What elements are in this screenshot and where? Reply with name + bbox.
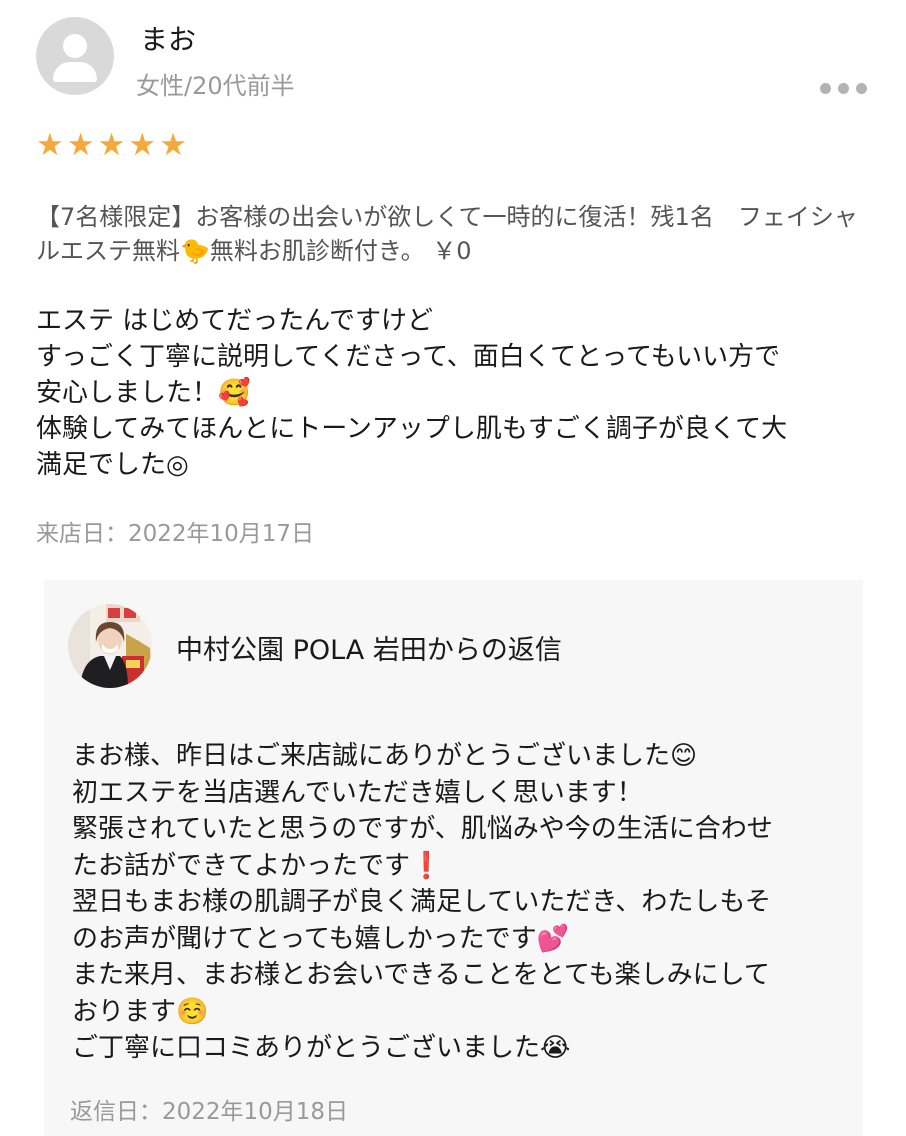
avatar-head-shape: [63, 34, 87, 58]
rating-stars: ★ ★ ★ ★ ★: [36, 129, 187, 161]
star-icon: ★: [66, 127, 95, 163]
visit-date: 来店日：2022年10月17日: [36, 521, 315, 547]
user-name[interactable]: まお: [140, 18, 196, 58]
reply-body: まお様、昨日はご来店誠にありがとうございました😊 初エステを当店選んでいただき嬉…: [72, 738, 852, 1067]
star-icon: ★: [159, 127, 187, 163]
reply-line: おります☺️: [72, 996, 209, 1027]
shop-staff-photo: [68, 604, 152, 688]
reply-date: 返信日：2022年10月18日: [70, 1099, 349, 1125]
shop-avatar[interactable]: [68, 604, 152, 688]
reply-line: 緊張されていたと思うのですが、肌悩みや今の生活に合わせ: [72, 814, 773, 844]
review-line: エステ はじめてだったんですけど: [36, 306, 433, 336]
review-line: すっごく丁寧に説明してくださって、面白くてとってもいい方で: [36, 342, 781, 372]
reply-line: のお声が聞けてとっても嬉しかったです💕: [72, 923, 569, 954]
star-icon: ★: [97, 127, 126, 163]
avatar-body-shape: [53, 62, 97, 82]
reply-line: 初エステを当店選んでいただき嬉しく思います！: [72, 777, 643, 808]
review-line: 満足でした◎: [36, 450, 189, 480]
reply-line: また来月、まお様とお会いできることをとても楽しみにして: [72, 960, 770, 990]
review-body: エステ はじめてだったんですけど すっごく丁寧に説明してくださって、面白くてとっ…: [36, 303, 881, 483]
star-icon: ★: [128, 127, 157, 163]
plan-name[interactable]: 【7名様限定】お客様の出会いが欲しくて一時的に復活！残1名 フェイシャルエステ無…: [36, 200, 876, 268]
user-avatar-icon[interactable]: [36, 17, 114, 95]
more-dot: [838, 82, 849, 94]
more-dot: [856, 82, 867, 94]
shop-reply-title[interactable]: 中村公園 POLA 岩田からの返信: [176, 628, 562, 667]
reply-line: まお様、昨日はご来店誠にありがとうございました😊: [72, 741, 698, 771]
more-options-icon[interactable]: [820, 78, 876, 98]
review-line: 安心しました！🥰: [36, 378, 251, 408]
reply-line: 翌日もまお様の肌調子が良く満足していただき、わたしもそ: [72, 887, 771, 917]
star-icon: ★: [36, 127, 64, 163]
reply-line: ご丁寧に口コミありがとうございました😭: [72, 1033, 571, 1063]
user-meta: 女性/20代前半: [136, 72, 295, 100]
more-dot: [820, 82, 831, 94]
reply-line: たお話ができてよかったです❗️: [72, 850, 443, 881]
review-line: 体験してみてほんとにトーンアップし肌もすごく調子が良くて大: [36, 414, 788, 444]
